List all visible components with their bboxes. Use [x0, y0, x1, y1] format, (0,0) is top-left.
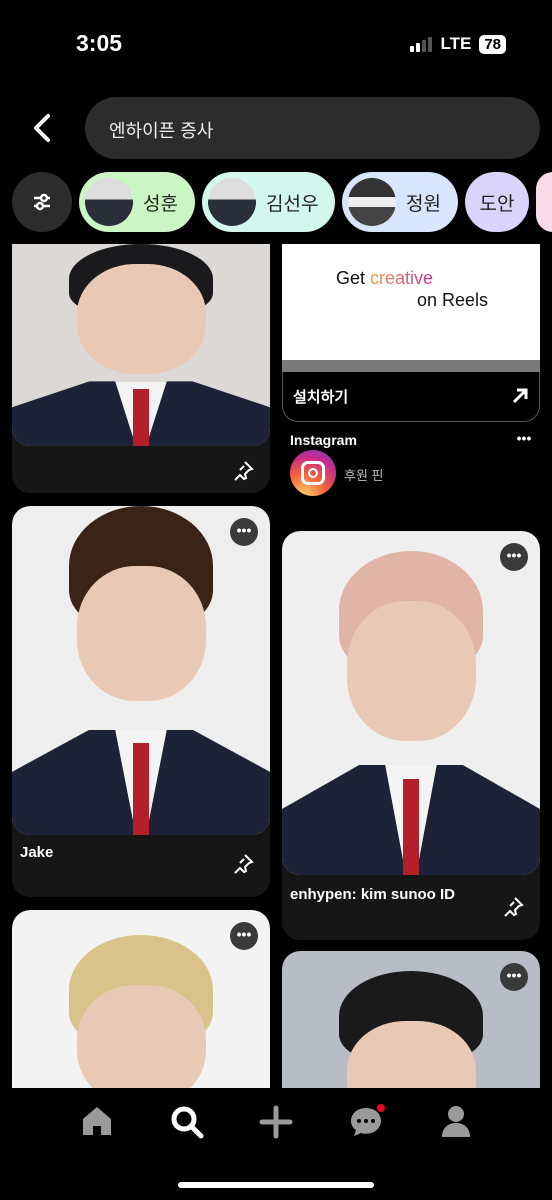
chip-jungwon[interactable]: 정원 — [342, 172, 458, 232]
chip-label: 성훈 — [143, 193, 178, 215]
chip-sunghoon[interactable]: 성훈 — [79, 172, 195, 232]
more-options-button[interactable]: ••• — [230, 922, 258, 950]
chip-more[interactable] — [536, 172, 552, 232]
sliders-icon — [34, 193, 50, 211]
network-type: LTE — [440, 34, 472, 53]
create-plus-icon[interactable] — [259, 1105, 293, 1139]
sponsored-label: 후원 핀 — [344, 468, 384, 483]
pin-title: Jake — [20, 844, 54, 861]
pin-icon[interactable] — [231, 852, 255, 876]
pin-title: enhypen: kim sunoo ID — [290, 886, 456, 903]
profile-icon[interactable] — [440, 1104, 472, 1138]
avatar — [85, 178, 133, 226]
pin-icon[interactable] — [501, 895, 525, 919]
pin-image[interactable] — [12, 244, 270, 446]
messages-icon[interactable] — [349, 1104, 385, 1140]
ad-headline: Get — [336, 268, 371, 288]
ad-headline-accent: creative — [370, 268, 434, 288]
home-indicator — [178, 1182, 374, 1188]
status-time: 3:05 — [76, 30, 123, 56]
filter-button[interactable] — [12, 172, 72, 232]
chip-label: 도안 — [479, 193, 515, 215]
signal-icon — [410, 36, 433, 52]
chip-label: 김선우 — [266, 193, 319, 215]
chip-label: 정원 — [406, 193, 441, 215]
pin-card[interactable] — [12, 244, 270, 493]
pin-card[interactable]: ••• — [282, 951, 540, 1088]
status-indicators: LTE 78 — [410, 34, 506, 54]
avatar — [348, 178, 396, 226]
more-options-button[interactable]: ••• — [500, 543, 528, 571]
pin-icon[interactable] — [231, 459, 255, 483]
more-options-button[interactable]: ••• — [230, 518, 258, 546]
more-options-button[interactable]: ••• — [500, 963, 528, 991]
ad-pin[interactable]: Get creative on Reels 설치하기 — [282, 244, 540, 422]
instagram-logo-icon[interactable] — [290, 450, 336, 496]
pin-card[interactable]: ••• — [12, 910, 270, 1088]
chip-kim-sunoo[interactable]: 김선우 — [202, 172, 335, 232]
battery-icon: 78 — [479, 34, 506, 54]
install-button[interactable]: 설치하기 — [282, 372, 540, 422]
install-label: 설치하기 — [293, 389, 349, 406]
search-icon[interactable] — [169, 1104, 205, 1140]
back-button[interactable] — [28, 112, 58, 144]
pin-card-jake[interactable]: ••• Jake — [12, 506, 270, 897]
search-input[interactable]: 엔하이픈 증사 — [85, 97, 540, 159]
ad-headline-2: on Reels — [417, 290, 489, 310]
pin-card-sunoo[interactable]: ••• enhypen: kim sunoo ID — [282, 531, 540, 940]
chip-doan[interactable]: 도안 — [465, 172, 529, 232]
advertiser-name[interactable]: Instagram — [290, 432, 357, 448]
pin-image[interactable] — [12, 506, 270, 835]
more-options-button[interactable]: ••• — [510, 426, 538, 454]
ad-image[interactable]: Get creative on Reels — [282, 244, 540, 360]
filter-chip-row: 성훈 김선우 정원 도안 — [12, 172, 552, 232]
avatar — [208, 178, 256, 226]
arrow-up-right-icon — [512, 388, 528, 404]
pin-image[interactable] — [282, 531, 540, 875]
home-icon[interactable] — [80, 1104, 114, 1138]
